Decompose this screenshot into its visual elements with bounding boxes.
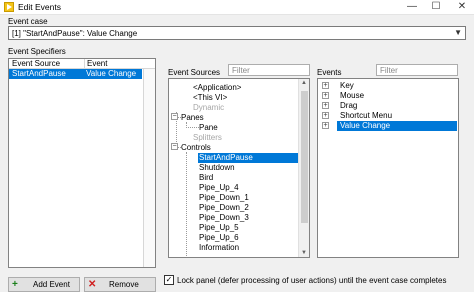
event-label: Drag (340, 101, 358, 110)
event-sources-scrollbar[interactable]: ▲ ▼ (298, 79, 309, 257)
event-source-label: <This VI> (193, 93, 228, 102)
event-source-label: <Application> (193, 83, 242, 92)
event-sources-label: Event Sources (168, 68, 221, 77)
window-title: Edit Events (18, 2, 61, 12)
collapse-toggle-icon[interactable]: − (171, 113, 178, 120)
event-source-item[interactable]: Bird (199, 173, 213, 183)
maximize-button[interactable]: ☐ (424, 0, 448, 15)
event-item[interactable]: Mouse (340, 91, 364, 101)
event-source-item[interactable]: Pipe_Down_3 (199, 213, 249, 223)
event-source-label: Dynamic (193, 103, 225, 112)
event-source-label: Bird (199, 173, 214, 182)
expand-toggle-icon[interactable]: + (322, 122, 329, 129)
event-source-label: Information (199, 243, 240, 252)
event-item[interactable]: Shortcut Menu (340, 111, 392, 121)
event-source-label: Splitters (193, 133, 222, 142)
event-sources-tree[interactable]: − − <Application> <This VI> Dynamic Panes Pa… (168, 78, 310, 258)
expand-toggle-icon[interactable]: + (322, 92, 329, 99)
event-item[interactable]: Key (340, 81, 354, 91)
remove-button[interactable]: ✕ Remove (84, 277, 156, 292)
event-source-label: Pane (199, 123, 218, 132)
tree-line (186, 127, 199, 128)
lock-panel-label: Lock panel (defer processing of user act… (177, 276, 447, 285)
event-case-select[interactable]: [1] "StartAndPause": Value Change ▼ (8, 26, 466, 40)
event-source-label: Pipe_Up_6 (199, 233, 239, 242)
event-label: Key (340, 81, 354, 90)
event-source-item[interactable]: <Application> (193, 83, 241, 93)
event-label: Value Change (340, 121, 391, 130)
event-source-label: StartAndPause (199, 153, 253, 162)
event-source-item[interactable]: Pipe_Up_4 (199, 183, 239, 193)
event-source-label: Pipe_Down_2 (199, 203, 249, 212)
event-source-item[interactable]: Information (199, 243, 239, 253)
event-item[interactable]: Value Change (337, 121, 457, 131)
close-button[interactable]: ✕ (450, 0, 474, 15)
expand-toggle-icon[interactable]: + (322, 112, 329, 119)
add-event-label: Add Event (33, 280, 70, 289)
table-header: Event Source Event (9, 59, 155, 69)
event-source-label: Pipe_Up_5 (199, 223, 239, 232)
event-source-label: Pipe_Up_4 (199, 183, 239, 192)
event-source-label: Pipe_Down_3 (199, 213, 249, 222)
event-source-item[interactable]: Pane (199, 123, 218, 133)
expand-toggle-icon[interactable]: + (322, 102, 329, 109)
specifiers-scrollbar[interactable] (143, 69, 155, 267)
event-sources-filter-input[interactable]: Filter (228, 64, 310, 76)
chevron-down-icon: ▼ (454, 28, 462, 37)
event-source-item[interactable]: Pipe_Up_6 (199, 233, 239, 243)
event-source-label: Controls (181, 143, 211, 152)
event-label: Shortcut Menu (340, 111, 393, 120)
event-source-item[interactable]: Pipe_Up_5 (199, 223, 239, 233)
event-specifiers-label: Event Specifiers (8, 47, 66, 56)
scroll-up-icon[interactable]: ▲ (301, 80, 307, 86)
plus-icon: + (12, 279, 18, 290)
event-source-label: Shutdown (199, 163, 235, 172)
expand-toggle-icon[interactable]: + (322, 82, 329, 89)
scroll-thumb[interactable] (301, 91, 308, 223)
event-source-label: Panes (181, 113, 204, 122)
collapse-toggle-icon[interactable]: − (171, 143, 178, 150)
event-case-label: Event case (8, 17, 48, 26)
column-header-event-source[interactable]: Event Source (12, 59, 84, 68)
event-source-label: Pipe_Down_1 (199, 193, 249, 202)
scroll-down-icon[interactable]: ▼ (301, 250, 307, 256)
event-cell: Value Change (86, 69, 137, 78)
event-source-item[interactable]: Splitters (193, 133, 222, 143)
add-event-button[interactable]: + Add Event (8, 277, 80, 292)
event-source-item[interactable]: Shutdown (199, 163, 235, 173)
remove-label: Remove (109, 280, 139, 289)
event-case-value: [1] "StartAndPause": Value Change (12, 29, 138, 38)
events-tree[interactable]: + Key + Mouse + Drag + Shortcut Menu + Value Chan… (317, 78, 459, 258)
event-source-item[interactable]: Pipe_Down_1 (199, 193, 249, 203)
event-item[interactable]: Drag (340, 101, 357, 111)
event-source-item[interactable]: Panes (181, 113, 204, 123)
table-row[interactable]: StartAndPause Value Change (9, 69, 142, 79)
remove-x-icon: ✕ (88, 279, 97, 290)
event-source-item[interactable]: StartAndPause (198, 153, 298, 163)
event-source-item[interactable]: <This VI> (193, 93, 227, 103)
minimize-button[interactable]: — (400, 0, 424, 15)
event-source-item[interactable]: Controls (181, 143, 211, 153)
event-label: Mouse (340, 91, 365, 100)
labview-app-icon (4, 2, 14, 12)
events-filter-input[interactable]: Filter (376, 64, 458, 76)
event-source-item[interactable]: Pipe_Down_2 (199, 203, 249, 213)
filter-placeholder: Filter (380, 66, 398, 75)
column-header-event[interactable]: Event (84, 59, 154, 68)
events-label: Events (317, 68, 342, 77)
event-source-item[interactable]: Dynamic (193, 103, 224, 113)
event-specifiers-table[interactable]: Event Source Event StartAndPause Value C… (8, 58, 156, 268)
event-source-cell: StartAndPause (12, 69, 66, 78)
tree-line (186, 152, 187, 257)
filter-placeholder: Filter (232, 66, 250, 75)
lock-panel-checkbox[interactable]: ✓ (164, 275, 174, 285)
title-bar: Edit Events — ☐ ✕ (0, 0, 474, 15)
